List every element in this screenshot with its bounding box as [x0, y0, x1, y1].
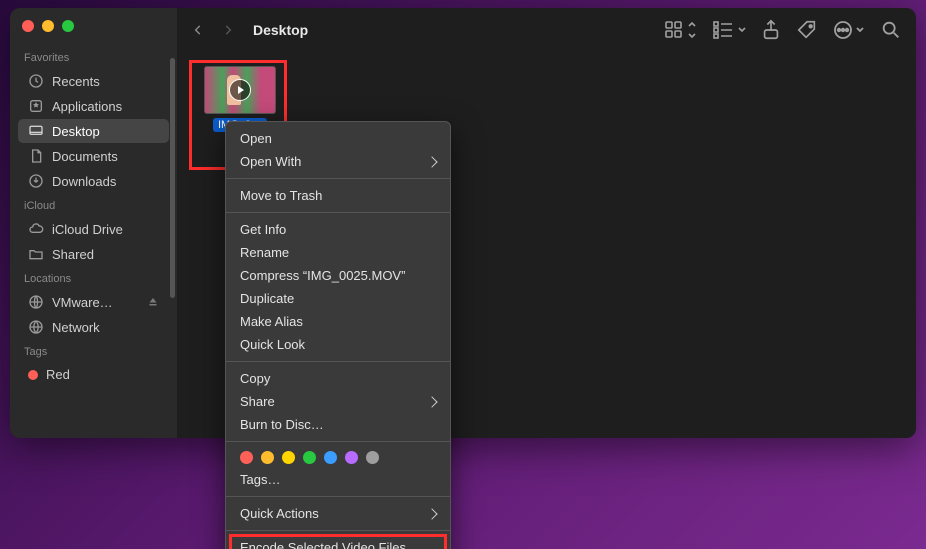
menu-item-quick-look[interactable]: Quick Look — [226, 333, 450, 356]
sidebar-section-locations: Locations — [10, 267, 177, 289]
document-icon — [28, 148, 44, 164]
view-icons-button[interactable] — [664, 19, 698, 41]
tag-gray[interactable] — [366, 451, 379, 464]
sidebar-item-label: Applications — [52, 99, 122, 114]
menu-item-copy[interactable]: Copy — [226, 367, 450, 390]
tag-purple[interactable] — [345, 451, 358, 464]
menu-item-tags[interactable]: Tags… — [226, 468, 450, 491]
toolbar: Desktop — [177, 8, 916, 52]
minimize-window-button[interactable] — [42, 20, 54, 32]
sidebar-item-network[interactable]: Network — [18, 315, 169, 339]
menu-tag-colors — [226, 447, 450, 468]
sidebar-item-label: Desktop — [52, 124, 100, 139]
window-title: Desktop — [253, 22, 308, 38]
network-icon — [28, 319, 44, 335]
video-thumbnail[interactable] — [204, 66, 276, 114]
sidebar-item-label: Recents — [52, 74, 100, 89]
sidebar-item-label: Documents — [52, 149, 118, 164]
tag-orange[interactable] — [261, 451, 274, 464]
sidebar-scrollbar[interactable] — [170, 58, 175, 298]
close-window-button[interactable] — [22, 20, 34, 32]
group-by-button[interactable] — [712, 19, 746, 41]
menu-item-open-with[interactable]: Open With — [226, 150, 450, 173]
menu-item-get-info[interactable]: Get Info — [226, 218, 450, 241]
finder-window: Favorites Recents Applications Desktop D… — [10, 8, 916, 438]
menu-item-make-alias[interactable]: Make Alias — [226, 310, 450, 333]
forward-button[interactable] — [221, 23, 235, 37]
tag-red[interactable] — [240, 451, 253, 464]
menu-item-quick-actions[interactable]: Quick Actions — [226, 502, 450, 525]
menu-separator — [226, 530, 450, 531]
play-icon — [229, 79, 251, 101]
sidebar-item-recents[interactable]: Recents — [18, 69, 169, 93]
downloads-icon — [28, 173, 44, 189]
sidebar-item-tag-red[interactable]: Red — [18, 363, 169, 386]
menu-separator — [226, 212, 450, 213]
sidebar-item-label: iCloud Drive — [52, 222, 123, 237]
menu-item-share[interactable]: Share — [226, 390, 450, 413]
sidebar-item-label: Red — [46, 367, 70, 382]
context-menu: Open Open With Move to Trash Get Info Re… — [225, 121, 451, 549]
eject-icon[interactable] — [147, 296, 159, 308]
sidebar-section-icloud: iCloud — [10, 194, 177, 216]
chevron-right-icon — [426, 156, 437, 167]
sidebar-item-shared[interactable]: Shared — [18, 242, 169, 266]
sidebar-item-label: Downloads — [52, 174, 116, 189]
sidebar: Favorites Recents Applications Desktop D… — [10, 8, 177, 438]
tag-yellow[interactable] — [282, 451, 295, 464]
sidebar-item-label: Shared — [52, 247, 94, 262]
clock-icon — [28, 73, 44, 89]
menu-item-duplicate[interactable]: Duplicate — [226, 287, 450, 310]
cloud-icon — [28, 221, 44, 237]
menu-separator — [226, 178, 450, 179]
sidebar-item-documents[interactable]: Documents — [18, 144, 169, 168]
tag-blue[interactable] — [324, 451, 337, 464]
menu-item-encode-video[interactable]: Encode Selected Video Files — [226, 536, 450, 549]
action-menu-button[interactable] — [832, 19, 866, 41]
sidebar-item-downloads[interactable]: Downloads — [18, 169, 169, 193]
chevron-right-icon — [426, 396, 437, 407]
desktop-icon — [28, 123, 44, 139]
search-button[interactable] — [880, 19, 902, 41]
sidebar-section-tags: Tags — [10, 340, 177, 362]
window-controls — [10, 16, 177, 46]
menu-separator — [226, 496, 450, 497]
menu-item-move-to-trash[interactable]: Move to Trash — [226, 184, 450, 207]
shared-folder-icon — [28, 246, 44, 262]
sidebar-item-label: Network — [52, 320, 100, 335]
menu-separator — [226, 441, 450, 442]
globe-icon — [28, 294, 44, 310]
sidebar-item-label: VMware… — [52, 295, 113, 310]
sidebar-item-icloud-drive[interactable]: iCloud Drive — [18, 217, 169, 241]
chevron-right-icon — [426, 508, 437, 519]
menu-item-rename[interactable]: Rename — [226, 241, 450, 264]
tags-button[interactable] — [796, 19, 818, 41]
tag-color-icon — [28, 370, 38, 380]
sidebar-item-vmware[interactable]: VMware… — [18, 290, 169, 314]
menu-item-compress[interactable]: Compress “IMG_0025.MOV” — [226, 264, 450, 287]
tag-green[interactable] — [303, 451, 316, 464]
menu-item-open[interactable]: Open — [226, 127, 450, 150]
menu-item-burn-to-disc[interactable]: Burn to Disc… — [226, 413, 450, 436]
back-button[interactable] — [191, 23, 205, 37]
sidebar-section-favorites: Favorites — [10, 46, 177, 68]
share-button[interactable] — [760, 19, 782, 41]
fullscreen-window-button[interactable] — [62, 20, 74, 32]
sidebar-item-desktop[interactable]: Desktop — [18, 119, 169, 143]
app-icon — [28, 98, 44, 114]
sidebar-item-applications[interactable]: Applications — [18, 94, 169, 118]
menu-separator — [226, 361, 450, 362]
